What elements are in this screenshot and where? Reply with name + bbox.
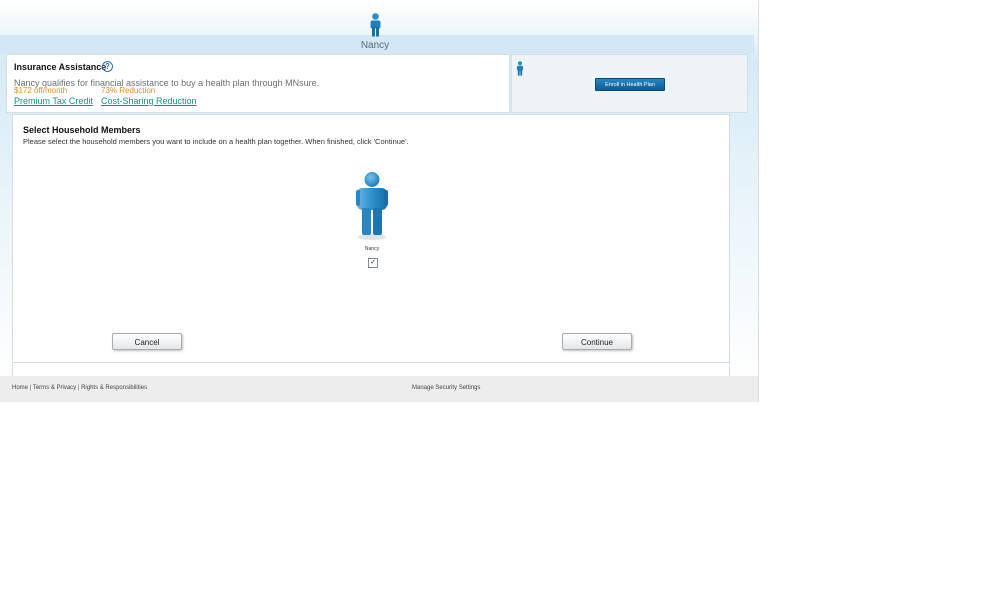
person-icon [516, 61, 524, 81]
footer-links: Home | Terms & Privacy | Rights & Respon… [12, 385, 147, 391]
cost-sharing-amount: 73% Reduction [101, 86, 156, 95]
enroll-panel: Enroll in Health Plan [511, 54, 748, 113]
top-header: Nancy [0, 0, 758, 54]
insurance-assistance-title: Insurance Assistance [14, 62, 107, 72]
footer-rights-link[interactable]: Rights & Responsibilities [81, 385, 147, 391]
household-member-name: Nancy [364, 246, 380, 252]
footer-home-link[interactable]: Home [12, 385, 28, 391]
select-household-panel: Select Household Members Please select t… [12, 114, 730, 363]
footer: Home | Terms & Privacy | Rights & Respon… [0, 376, 758, 402]
panel-bottom-spacer [12, 363, 730, 376]
enroll-in-health-plan-button[interactable]: Enroll in Health Plan [595, 78, 665, 91]
manage-security-settings-link[interactable]: Manage Security Settings [412, 385, 480, 391]
insurance-assistance-panel: Insurance Assistance ? Nancy qualifies f… [6, 54, 510, 113]
help-icon[interactable]: ? [102, 61, 113, 72]
select-household-instructions: Please select the household members you … [23, 137, 409, 146]
app-window: Nancy Insurance Assistance ? Nancy quali… [0, 0, 759, 402]
cancel-button[interactable]: Cancel [112, 333, 182, 350]
footer-terms-link[interactable]: Terms & Privacy [33, 385, 76, 391]
household-member-person-icon[interactable] [354, 171, 390, 246]
premium-amount: $172 off/month [14, 86, 68, 95]
premium-tax-credit-link[interactable]: Premium Tax Credit [14, 96, 93, 106]
continue-button[interactable]: Continue [562, 333, 632, 350]
select-household-title: Select Household Members [23, 125, 141, 135]
member-name-header: Nancy [360, 40, 390, 51]
cost-sharing-reduction-link[interactable]: Cost-Sharing Reduction [101, 96, 197, 106]
person-icon [369, 13, 382, 42]
household-member-checkbox[interactable]: ✓ [368, 258, 378, 268]
